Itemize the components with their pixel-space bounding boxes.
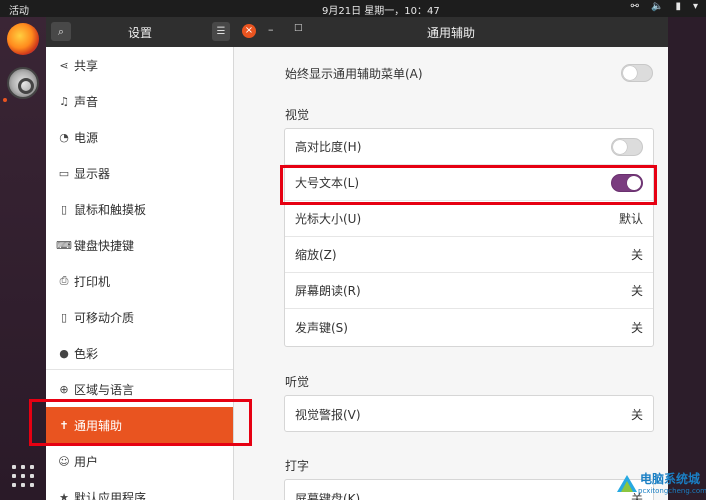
sidebar-item-label: 鼠标和触摸板 [74,202,147,217]
panel-title: 通用辅助 [426,26,475,40]
screen-reader-value: 关 [630,284,643,298]
sound-keys-row[interactable]: 发声键(S) 关 [285,309,653,345]
sound-keys-value: 关 [630,320,643,335]
sidebar-item-keyboard[interactable]: ⌨ 键盘快捷键 [46,227,233,263]
sidebar-item-removable-media[interactable]: ▯ 可移动介质 [46,299,233,335]
settings-window: ⌕ 设置 ☰ × – □ 通用辅助 ⋖ 共享 ♫ 声音 ◔ 电源 ▭ 显示器 ▯… [46,17,668,500]
sidebar-item-label: 键盘快捷键 [74,238,135,253]
sidebar-item-label: 区域与语言 [74,382,135,397]
visual-alerts-value: 关 [630,407,643,422]
hearing-panel: 视觉警报(V) 关 [284,395,654,432]
content-headerbar: × – □ 通用辅助 [234,17,668,47]
watermark-url: pcxitongcheng.com [638,487,706,495]
system-tray[interactable]: ⚯ 🔈 ▮ ▾ [631,1,698,12]
typing-panel: 屏幕键盘(K) 关 [284,479,654,500]
sidebar-item-label: 通用辅助 [74,418,123,433]
screen-reader-row[interactable]: 屏幕朗读(R) 关 [285,273,653,309]
dock [0,17,46,500]
hamburger-icon: ☰ [216,26,226,37]
settings-sidebar: ⋖ 共享 ♫ 声音 ◔ 电源 ▭ 显示器 ▯ 鼠标和触摸板 ⌨ 键盘快捷键 ⎙ … [46,47,234,500]
accessibility-icon: ✝ [59,418,69,432]
cursor-size-row[interactable]: 光标大小(U) 默认 [285,201,653,237]
always-show-menu-toggle[interactable] [621,64,653,82]
sidebar-item-mouse[interactable]: ▯ 鼠标和触摸板 [46,191,233,227]
sidebar-divider [46,369,233,370]
sidebar-item-displays[interactable]: ▭ 显示器 [46,155,233,191]
battery-icon: ▮ [675,1,681,12]
section-vision-title: 视觉 [285,108,310,122]
chevron-down-icon: ▾ [692,1,698,12]
sidebar-item-label: 色彩 [74,346,99,361]
share-icon: ⋖ [59,58,69,72]
sidebar-item-label: 声音 [74,94,99,109]
settings-app-icon[interactable] [7,67,39,99]
sidebar-item-label: 显示器 [74,166,111,181]
visual-alerts-label: 视觉警报(V) [295,407,361,422]
network-icon: ⚯ [630,1,639,12]
sidebar-item-label: 打印机 [74,274,111,289]
high-contrast-toggle[interactable] [611,137,643,156]
sidebar-item-label: 电源 [74,130,99,145]
sidebar-item-label: 共享 [74,58,99,73]
sidebar-item-label: 默认应用程序 [74,490,147,500]
sidebar-item-sharing[interactable]: ⋖ 共享 [46,47,233,83]
sidebar-item-sound[interactable]: ♫ 声音 [46,83,233,119]
screen-keyboard-label: 屏幕键盘(K) [295,491,361,500]
screen-keyboard-row[interactable]: 屏幕键盘(K) 关 [285,480,653,500]
zoom-row[interactable]: 缩放(Z) 关 [285,237,653,273]
section-hearing-title: 听觉 [285,375,310,389]
large-text-label: 大号文本(L) [295,176,360,190]
globe-icon: ⊕ [59,382,69,396]
power-icon: ◔ [59,130,69,144]
printer-icon: ⎙ [59,274,69,287]
color-icon: ● [59,346,69,360]
watermark-text: 电脑系统城 [640,472,701,486]
screen-reader-label: 屏幕朗读(R) [295,284,361,298]
sidebar-item-printers[interactable]: ⎙ 打印机 [46,263,233,299]
large-text-row[interactable]: 大号文本(L) [285,165,653,201]
vision-panel: 高对比度(H) 大号文本(L) 光标大小(U) 默认 缩放(Z) 关 屏幕朗读(… [284,128,654,347]
large-text-toggle[interactable] [611,173,643,192]
top-bar: 活动 9月21日 星期一，10：47 ⚯ 🔈 ▮ ▾ [0,0,706,17]
zoom-label: 缩放(Z) [295,248,337,262]
sidebar-item-color[interactable]: ● 色彩 [46,335,233,371]
mouse-icon: ▯ [60,202,68,216]
universal-access-panel: 始终显示通用辅助菜单(A) 视觉 高对比度(H) 大号文本(L) 光标大小(U)… [235,47,668,500]
always-show-menu-label: 始终显示通用辅助菜单(A) [285,66,423,81]
running-indicator [3,98,7,102]
cursor-size-label: 光标大小(U) [295,212,362,226]
sidebar-item-label: 可移动介质 [74,310,135,325]
watermark: 电脑系统城 pcxitongcheng.com [612,470,706,500]
users-icon: ☺ [58,454,70,468]
sidebar-item-universal-access[interactable]: ✝ 通用辅助 [46,407,233,443]
window-title: 设置 [127,26,152,40]
sound-keys-label: 发声键(S) [295,320,348,335]
display-icon: ▭ [58,166,70,180]
keyboard-icon: ⌨ [56,238,72,252]
activities-button[interactable]: 活动 [9,2,29,17]
firefox-icon[interactable] [7,23,39,55]
clock[interactable]: 9月21日 星期一，10：47 [322,2,440,17]
sidebar-item-power[interactable]: ◔ 电源 [46,119,233,155]
watermark-logo-icon [617,475,637,492]
sidebar-item-users[interactable]: ☺ 用户 [46,443,233,479]
menu-button[interactable]: ☰ [212,22,230,41]
visual-alerts-row[interactable]: 视觉警报(V) 关 [285,396,653,432]
sidebar-item-region-language[interactable]: ⊕ 区域与语言 [46,371,233,407]
zoom-value: 关 [630,248,643,262]
sidebar-item-default-apps[interactable]: ★ 默认应用程序 [46,479,233,500]
section-typing-title: 打字 [285,459,310,473]
always-show-menu-row[interactable]: 始终显示通用辅助菜单(A) [285,61,653,85]
show-applications-icon[interactable] [12,465,34,487]
high-contrast-label: 高对比度(H) [295,140,362,154]
star-icon: ★ [59,490,69,500]
sidebar-headerbar: ⌕ 设置 ☰ [46,17,234,47]
volume-icon: 🔈 [651,1,664,12]
cursor-size-value: 默认 [618,212,643,226]
sidebar-item-label: 用户 [74,454,99,469]
high-contrast-row[interactable]: 高对比度(H) [285,129,653,165]
music-note-icon: ♫ [59,94,69,108]
removable-media-icon: ▯ [60,310,68,324]
